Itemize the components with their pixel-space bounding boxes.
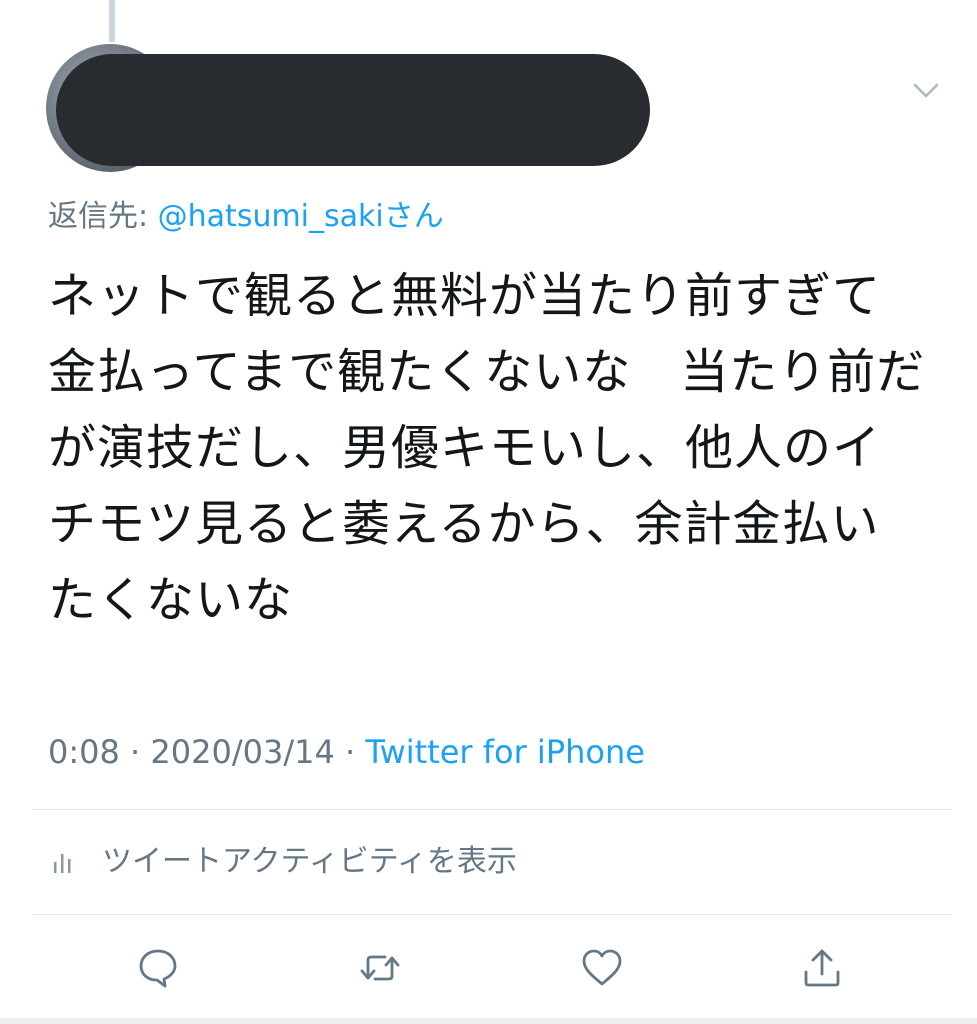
reply-icon: [139, 949, 177, 988]
like-button[interactable]: [576, 942, 628, 994]
tweet-source-link[interactable]: Twitter for iPhone: [365, 733, 645, 771]
tweet-date: 2020/03/14: [150, 733, 335, 771]
reply-to-line: 返信先: @hatsumi_sakiさん: [48, 197, 444, 237]
reply-button[interactable]: [132, 942, 184, 994]
share-icon: [804, 949, 840, 987]
tweet-activity-link[interactable]: ツイートアクティビティを表示: [50, 840, 517, 884]
retweet-icon: [360, 955, 400, 981]
meta-separator: ·: [119, 733, 151, 771]
chevron-down-icon[interactable]: [910, 78, 942, 102]
tweet-text: ネットで観ると無料が当たり前すぎて金払ってまで観たくないな 当たり前だが演技だし…: [48, 268, 926, 628]
thread-connector-line: [109, 0, 115, 42]
like-icon: [582, 949, 622, 986]
retweet-button[interactable]: [354, 942, 406, 994]
reply-to-handle-link[interactable]: @hatsumi_sakiさん: [158, 199, 444, 234]
bar-chart-icon: [54, 854, 71, 873]
reply-to-label: 返信先:: [48, 199, 158, 234]
tweet-time: 0:08: [48, 733, 120, 771]
redacted-username-block: [56, 54, 650, 166]
divider: [32, 914, 952, 915]
bottom-separator: [0, 1018, 977, 1024]
tweet-meta: 0:08 · 2020/03/14 · Twitter for iPhone: [48, 730, 645, 774]
meta-separator: ·: [334, 733, 366, 771]
share-button[interactable]: [796, 942, 848, 994]
tweet-activity-label: ツイートアクティビティを表示: [102, 844, 517, 879]
divider: [32, 809, 952, 810]
